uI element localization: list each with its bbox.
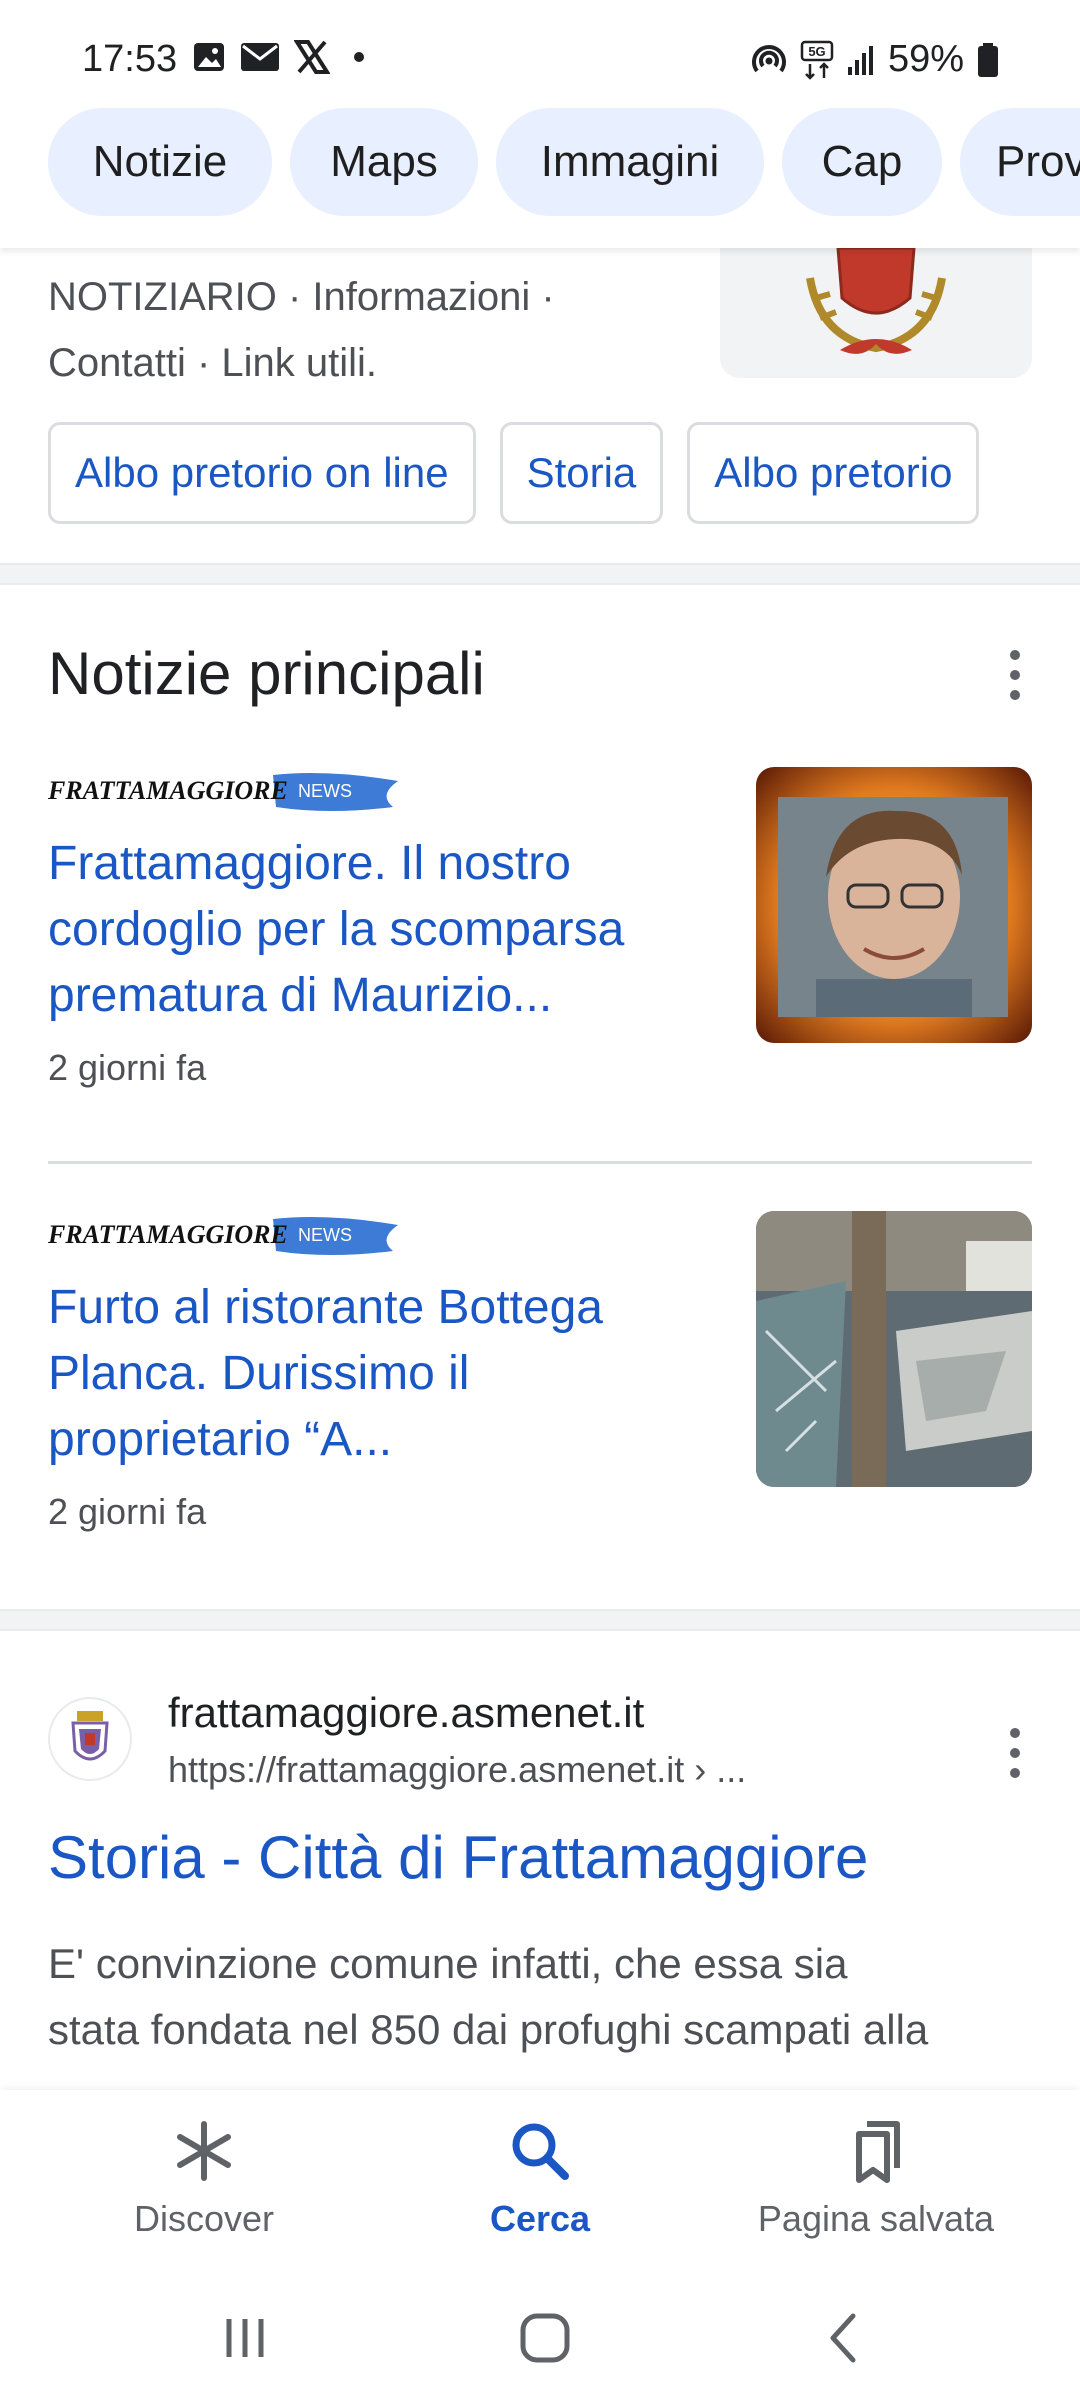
status-bar: 17:53 5G 59% [0,0,1080,110]
result-title-link[interactable]: Storia - Città di Frattamaggiore [48,1823,868,1892]
sitelink-albo-pretorio[interactable]: Albo pretorio [687,422,980,524]
mail-icon [241,43,279,71]
crest-icon [71,1711,109,1761]
nav-search[interactable]: Cerca [390,2116,690,2256]
back-icon [830,2313,856,2363]
recent-apps-icon [226,2319,264,2357]
asterisk-icon [177,2121,231,2181]
search-filter-chips: Notizie Maps Immagini Cap Prov [0,108,1080,248]
svg-text:5G: 5G [808,44,825,59]
snippet-line: NOTIZIARIO · Informazioni · [48,275,555,319]
news-item[interactable]: FRATTAMAGGIORE NEWS Frattamaggiore. Il n… [47,767,1032,1097]
search-icon [512,2123,569,2180]
chip-immagini[interactable]: Immagini [496,108,764,216]
sitelinks: Albo pretorio on line Storia Albo pretor… [48,422,980,524]
news-headline[interactable]: Furto al ristorante Bottega Planca. Duri… [48,1275,708,1473]
back-button[interactable] [800,2298,890,2378]
coat-of-arms-thumbnail[interactable] [720,248,1032,378]
publisher-badge: NEWS [298,781,352,801]
hotspot-icon [751,44,786,72]
system-navigation-bar [0,2270,1080,2400]
recent-apps-button[interactable] [200,2298,290,2378]
headline-line: Furto al ristorante Bottega [48,1281,603,1334]
headline-line: prematura di Maurizio... [48,969,553,1022]
section-heading: Notizie principali [48,640,485,707]
battery-percentage: 59% [887,38,964,80]
headline-line: proprietario “A... [48,1413,393,1466]
nav-label: Discover [133,2198,275,2239]
nav-label: Pagina salvata [757,2198,995,2239]
chip-notizie[interactable]: Notizie [48,108,272,216]
5g-icon: 5G [800,40,834,80]
signal-icon [847,45,873,75]
nav-label: Cerca [489,2198,591,2239]
top-result-card: NOTIZIARIO · Informazioni · Contatti · L… [0,248,1080,563]
more-options-icon[interactable] [1000,1723,1030,1783]
bookmarks-icon [856,2121,900,2183]
news-divider [48,1161,1032,1164]
snippet-line: E' convinzione comune infatti, che essa … [48,1940,848,1987]
news-timestamp: 2 giorni fa [48,1491,207,1532]
result-snippet: E' convinzione comune infatti, che essa … [48,1931,1038,2063]
nav-saved[interactable]: Pagina salvata [726,2116,1026,2256]
system-status-icons: 5G 59% [750,38,1000,81]
sitelink-storia[interactable]: Storia [499,422,664,524]
gallery-icon [194,43,224,71]
x-icon [294,40,330,74]
nav-discover[interactable]: Discover [54,2116,354,2256]
publisher-name: FRATTAMAGGIORE [48,776,288,805]
site-favicon [48,1697,132,1781]
publisher-logo: FRATTAMAGGIORE NEWS [47,767,398,815]
headline-line: cordoglio per la scomparsa [48,903,625,956]
news-thumbnail-broken-glass[interactable] [756,1211,1032,1487]
headline-line: Planca. Durissimo il [48,1347,470,1400]
coat-of-arms-icon [720,248,1032,378]
home-icon [520,2313,570,2363]
news-item[interactable]: FRATTAMAGGIORE NEWS Furto al ristorante … [47,1211,1032,1541]
headline-line: Frattamaggiore. Il nostro [48,837,571,890]
publisher-logo: FRATTAMAGGIORE NEWS [47,1211,398,1259]
bottom-navigation: Discover Cerca Pagina salvata [0,2090,1080,2270]
publisher-name: FRATTAMAGGIORE [48,1220,288,1249]
news-headline[interactable]: Frattamaggiore. Il nostro cordoglio per … [48,831,708,1029]
section-divider [0,1609,1080,1631]
chip-maps[interactable]: Maps [290,108,478,216]
top-stories-section: Notizie principali FRATTAMAGGIORE NEWS F… [0,587,1080,1609]
section-divider [0,563,1080,585]
status-time: 17:53 [82,38,178,80]
snippet-line: stata fondata nel 850 dai profughi scamp… [48,2006,929,2053]
more-options-icon[interactable] [1000,645,1030,705]
news-timestamp: 2 giorni fa [48,1047,207,1088]
dot-icon [354,52,364,62]
home-button[interactable] [500,2298,590,2378]
publisher-badge: NEWS [298,1225,352,1245]
notification-icons [192,40,374,74]
top-result-snippet: NOTIZIARIO · Informazioni · Contatti · L… [48,264,668,396]
news-thumbnail-portrait[interactable] [756,767,1032,1043]
snippet-line: Contatti · Link utili. [48,341,378,385]
sitelink-albo-pretorio-online[interactable]: Albo pretorio on line [48,422,476,524]
battery-icon [978,42,998,77]
result-site-name[interactable]: frattamaggiore.asmenet.it [168,1689,644,1737]
search-result: frattamaggiore.asmenet.it https://fratta… [0,1631,1080,2091]
chip-cap[interactable]: Cap [782,108,942,216]
result-url[interactable]: https://frattamaggiore.asmenet.it › ... [168,1749,746,1791]
chip-prov[interactable]: Prov [960,108,1080,216]
